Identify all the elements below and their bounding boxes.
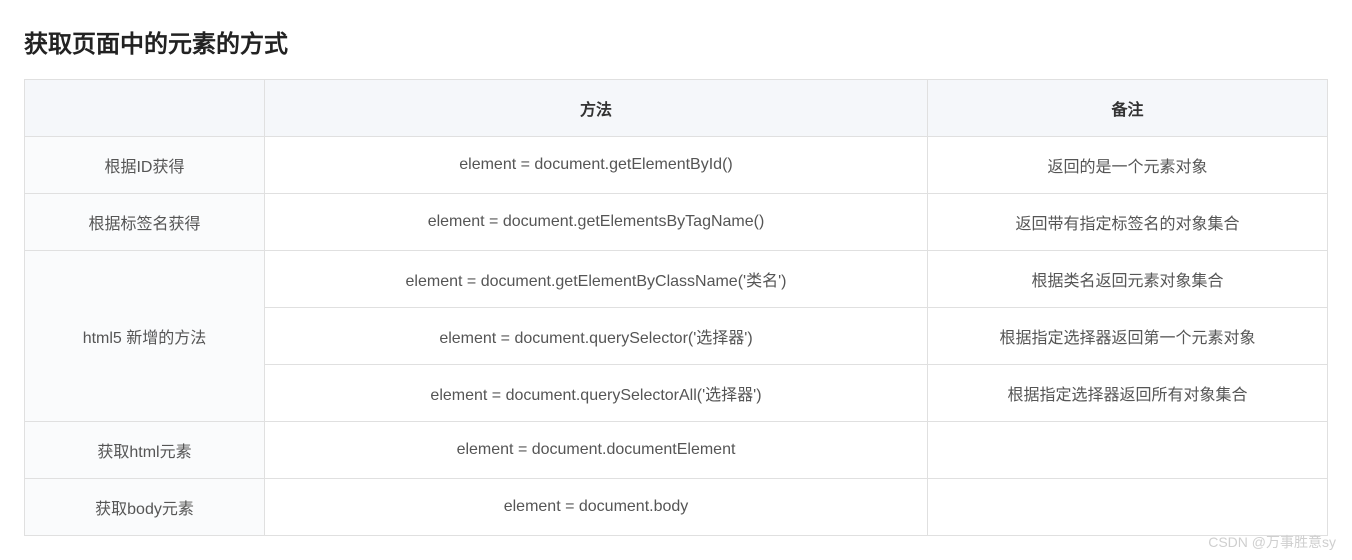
note-cell <box>928 422 1328 479</box>
note-cell: 根据指定选择器返回所有对象集合 <box>928 365 1328 422</box>
note-cell <box>928 479 1328 536</box>
note-cell: 根据指定选择器返回第一个元素对象 <box>928 308 1328 365</box>
method-cell: element = document.getElementById() <box>265 137 928 194</box>
method-cell: element = document.body <box>265 479 928 536</box>
row-label: 根据ID获得 <box>25 137 265 194</box>
note-cell: 返回带有指定标签名的对象集合 <box>928 194 1328 251</box>
table-row: 根据ID获得 element = document.getElementById… <box>25 137 1328 194</box>
row-label: html5 新增的方法 <box>25 251 265 422</box>
header-blank <box>25 80 265 137</box>
row-label: 根据标签名获得 <box>25 194 265 251</box>
row-label: 获取body元素 <box>25 479 265 536</box>
table-row: 获取body元素 element = document.body <box>25 479 1328 536</box>
methods-table: 方法 备注 根据ID获得 element = document.getEleme… <box>24 79 1328 536</box>
table-row: html5 新增的方法 element = document.getElemen… <box>25 251 1328 308</box>
method-cell: element = document.querySelector('选择器') <box>265 308 928 365</box>
row-label: 获取html元素 <box>25 422 265 479</box>
method-cell: element = document.querySelectorAll('选择器… <box>265 365 928 422</box>
method-cell: element = document.getElementByClassName… <box>265 251 928 308</box>
method-cell: element = document.getElementsByTagName(… <box>265 194 928 251</box>
header-method: 方法 <box>265 80 928 137</box>
table-row: 获取html元素 element = document.documentElem… <box>25 422 1328 479</box>
table-row: 根据标签名获得 element = document.getElementsBy… <box>25 194 1328 251</box>
page-title: 获取页面中的元素的方式 <box>24 24 1328 59</box>
table-header-row: 方法 备注 <box>25 80 1328 137</box>
method-cell: element = document.documentElement <box>265 422 928 479</box>
header-note: 备注 <box>928 80 1328 137</box>
note-cell: 根据类名返回元素对象集合 <box>928 251 1328 308</box>
note-cell: 返回的是一个元素对象 <box>928 137 1328 194</box>
